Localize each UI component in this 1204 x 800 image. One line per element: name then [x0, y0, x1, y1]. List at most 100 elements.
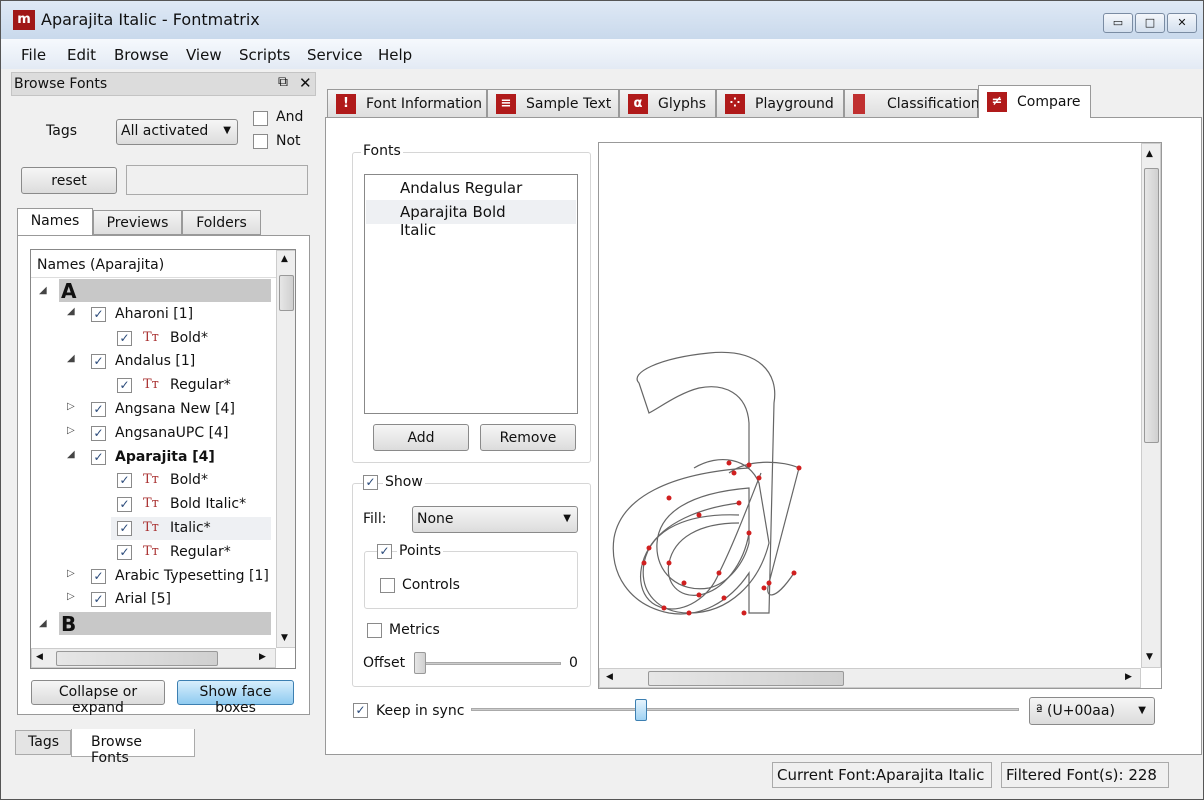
tree-family-row[interactable]: ▷ ✓ Angsana New [4] — [59, 398, 271, 421]
keep-in-sync-checkbox[interactable]: ✓ — [353, 703, 368, 718]
dock-close-icon[interactable]: ✕ — [299, 74, 312, 92]
show-face-boxes-button[interactable]: Show face boxes — [177, 680, 294, 716]
face-checkbox[interactable]: ✓ — [117, 544, 132, 560]
tree-face-row[interactable]: ✓ Tт Bold* — [111, 327, 271, 350]
tree-vscrollbar[interactable]: ▲ ▼ — [276, 250, 295, 648]
face-checkbox[interactable]: ✓ — [117, 497, 132, 513]
collapse-arrow-icon[interactable]: ◢ — [39, 285, 47, 296]
tree-face-row[interactable]: ✓ Tт Regular* — [111, 541, 271, 564]
remove-button[interactable]: Remove — [480, 424, 576, 451]
font-list-item[interactable]: Aparajita Bold Italic — [366, 200, 576, 239]
maximize-button[interactable]: □ — [1135, 13, 1165, 33]
offset-slider-handle[interactable] — [414, 652, 426, 674]
scroll-right-icon[interactable]: ▶ — [259, 652, 266, 662]
tab-playground[interactable]: ⁘ Playground — [716, 89, 844, 117]
menu-scripts[interactable]: Scripts — [239, 46, 290, 64]
tree-face-row[interactable]: ✓ Tт Regular* — [111, 374, 271, 397]
collapse-expand-button[interactable]: Collapse or expand — [31, 680, 165, 716]
sync-slider-handle[interactable] — [635, 699, 648, 721]
family-checkbox[interactable]: ✓ — [91, 425, 106, 441]
scroll-down-icon[interactable]: ▼ — [281, 633, 288, 643]
menu-service[interactable]: Service — [307, 46, 362, 64]
tree-hscrollbar[interactable]: ◀ ▶ — [31, 648, 276, 668]
close-button[interactable]: ✕ — [1167, 13, 1197, 33]
bottom-tab-tags[interactable]: Tags — [15, 730, 71, 755]
font-tree: Names (Aparajita) A ◢ ◢ ✓ Aharoni [1] ✓ Tт Bold… — [30, 249, 296, 669]
tree-family-row[interactable]: ▷ ✓ AngsanaUPC [4] — [59, 422, 271, 445]
glyph-select-dropdown[interactable]: ª (U+00aa) ▼ — [1029, 697, 1155, 725]
fonts-list[interactable]: Andalus Regular Aparajita Bold Italic — [364, 174, 578, 414]
scroll-left-icon[interactable]: ◀ — [36, 652, 43, 662]
show-checkbox[interactable]: ✓ — [363, 475, 378, 490]
controls-checkbox[interactable] — [380, 578, 395, 593]
scroll-left-icon[interactable]: ◀ — [606, 672, 613, 682]
expand-arrow-icon[interactable]: ▷ — [67, 591, 75, 602]
tab-names[interactable]: Names — [17, 208, 93, 236]
tree-letter-header[interactable]: A ◢ — [39, 279, 271, 303]
family-checkbox[interactable]: ✓ — [91, 592, 106, 608]
face-checkbox[interactable]: ✓ — [117, 521, 132, 536]
face-checkbox[interactable]: ✓ — [117, 473, 132, 489]
family-checkbox[interactable]: ✓ — [91, 354, 106, 370]
canvas-hscroll-thumb[interactable] — [648, 671, 844, 686]
tree-family-row[interactable]: ◢ ✓ Aharoni [1] — [59, 303, 271, 326]
family-checkbox[interactable]: ✓ — [91, 568, 106, 584]
tree-family-row[interactable]: ▷ ✓ Arial [5] — [59, 588, 271, 611]
expand-arrow-icon[interactable]: ▷ — [67, 401, 75, 412]
menu-edit[interactable]: Edit — [67, 46, 96, 64]
tree-family-row[interactable]: ◢ ✓ Andalus [1] — [59, 350, 271, 373]
collapse-arrow-icon[interactable]: ◢ — [67, 306, 75, 317]
menu-view[interactable]: View — [186, 46, 222, 64]
scroll-down-icon[interactable]: ▼ — [1146, 652, 1153, 662]
family-checkbox[interactable]: ✓ — [91, 306, 106, 322]
minimize-button[interactable]: ▭ — [1103, 13, 1133, 33]
menu-file[interactable]: File — [21, 46, 46, 64]
collapse-arrow-icon[interactable]: ◢ — [67, 353, 75, 364]
expand-arrow-icon[interactable]: ▷ — [67, 568, 75, 579]
scroll-right-icon[interactable]: ▶ — [1125, 672, 1132, 682]
tab-classification[interactable]: Classification — [844, 89, 980, 117]
add-button[interactable]: Add — [373, 424, 469, 451]
tab-sample-text[interactable]: ≡ Sample Text — [487, 89, 619, 117]
tab-font-information[interactable]: ! Font Information — [327, 89, 487, 117]
family-checkbox[interactable]: ✓ — [91, 449, 106, 465]
tab-glyphs[interactable]: α Glyphs — [619, 89, 716, 117]
tree-face-row[interactable]: ✓ Tт Italic* — [111, 517, 271, 540]
expand-arrow-icon[interactable]: ▷ — [67, 425, 75, 436]
tree-family-row[interactable]: ◢ ✓ Aparajita [4] — [59, 446, 271, 469]
canvas-vscroll-thumb[interactable] — [1144, 168, 1159, 443]
metrics-checkbox[interactable] — [367, 623, 382, 638]
scroll-up-icon[interactable]: ▲ — [1146, 149, 1153, 159]
font-list-item[interactable]: Andalus Regular — [366, 176, 576, 200]
tree-hscroll-thumb[interactable] — [56, 651, 218, 666]
family-checkbox[interactable]: ✓ — [91, 402, 106, 417]
tree-vscroll-thumb[interactable] — [279, 275, 294, 311]
face-checkbox[interactable]: ✓ — [117, 330, 132, 346]
tab-folders[interactable]: Folders — [182, 210, 261, 235]
tab-compare[interactable]: ≠ Compare — [978, 85, 1091, 118]
tree-face-row[interactable]: ✓ Tт Bold* — [111, 469, 271, 492]
tree-family-row[interactable]: ▷ ✓ Arabic Typesetting [1] — [59, 565, 271, 588]
and-checkbox[interactable] — [253, 111, 268, 126]
collapse-arrow-icon[interactable]: ◢ — [39, 618, 47, 629]
menu-browse[interactable]: Browse — [114, 46, 169, 64]
tree-face-row[interactable]: ✓ Tт Bold Italic* — [111, 493, 271, 516]
canvas-vscrollbar[interactable]: ▲ ▼ — [1141, 143, 1161, 668]
tree-letter-header[interactable]: B ◢ — [39, 612, 271, 636]
fill-dropdown[interactable]: None ▼ — [412, 506, 578, 533]
face-checkbox[interactable]: ✓ — [117, 378, 132, 394]
offset-slider[interactable] — [415, 662, 561, 665]
tags-dropdown[interactable]: All activated ▼ — [116, 119, 238, 145]
search-input[interactable] — [126, 165, 308, 195]
canvas-hscrollbar[interactable]: ◀ ▶ — [599, 668, 1141, 688]
tab-previews[interactable]: Previews — [93, 210, 182, 235]
float-icon[interactable]: ⧉ — [278, 74, 288, 90]
scroll-up-icon[interactable]: ▲ — [281, 254, 288, 264]
reset-button[interactable]: reset — [21, 167, 117, 194]
not-checkbox[interactable] — [253, 134, 268, 149]
menu-help[interactable]: Help — [378, 46, 412, 64]
bottom-tab-browse-fonts[interactable]: Browse Fonts — [71, 729, 195, 766]
sync-slider[interactable] — [471, 708, 1019, 711]
points-checkbox[interactable]: ✓ — [377, 544, 392, 559]
collapse-arrow-icon[interactable]: ◢ — [67, 449, 75, 460]
